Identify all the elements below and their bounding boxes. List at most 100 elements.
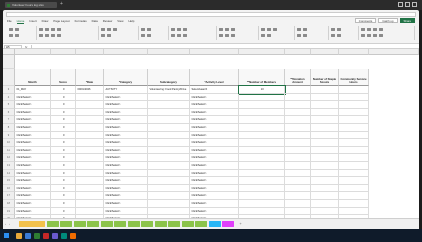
sheet-tab[interactable] <box>222 221 234 227</box>
table-cell[interactable]: Click/Select> <box>15 101 51 109</box>
sheet-tab[interactable] <box>60 221 72 227</box>
table-cell[interactable] <box>285 146 311 155</box>
table-cell[interactable]: Click/Select> <box>104 207 148 216</box>
table-cell[interactable] <box>339 131 369 140</box>
row-number[interactable]: 16 <box>3 184 15 193</box>
toolbar-button-icon[interactable] <box>297 28 301 31</box>
taskbar-app-icon[interactable] <box>43 232 49 239</box>
windows-start-icon[interactable] <box>4 233 9 238</box>
row-number[interactable] <box>3 69 15 86</box>
table-cell[interactable] <box>339 101 369 109</box>
table-cell[interactable] <box>148 207 190 216</box>
table-cell[interactable]: Click/Select> <box>104 162 148 170</box>
ribbon-tab-draw[interactable]: Draw <box>42 19 49 23</box>
table-cell[interactable]: Click/Select> <box>15 200 51 208</box>
toolbar-button-icon[interactable] <box>39 34 43 37</box>
toolbar-button-icon[interactable] <box>113 28 117 31</box>
column-header-d[interactable] <box>104 49 148 55</box>
table-cell[interactable] <box>311 124 339 132</box>
table-cell[interactable]: Volunteering: Food Pantry/Drive <box>148 86 190 94</box>
toolbar-button-icon[interactable] <box>39 28 43 31</box>
table-cell[interactable] <box>76 116 104 124</box>
table-cell[interactable] <box>339 146 369 155</box>
toolbar-button-icon[interactable] <box>51 28 55 31</box>
row-number[interactable]: 10 <box>3 139 15 147</box>
table-cell[interactable]: Select/search <box>190 86 239 94</box>
table-cell[interactable]: Click/Select> <box>104 177 148 185</box>
toolbar-button-icon[interactable] <box>177 34 181 37</box>
column-header-h[interactable] <box>285 49 311 55</box>
table-cell[interactable]: Click/Select> <box>190 200 239 208</box>
table-cell[interactable]: Click/Select> <box>104 101 148 109</box>
toolbar-button-icon[interactable] <box>147 34 151 37</box>
table-cell[interactable] <box>311 108 339 117</box>
table-cell[interactable] <box>76 177 104 185</box>
table-cell[interactable]: 10 <box>238 85 286 95</box>
table-cell[interactable] <box>76 93 104 102</box>
table-cell[interactable]: Click/Select> <box>190 154 239 162</box>
table-cell[interactable] <box>148 108 190 117</box>
table-cell[interactable]: Click/Select> <box>104 154 148 162</box>
minimize-icon[interactable] <box>398 2 403 7</box>
table-cell[interactable] <box>311 177 339 185</box>
table-cell[interactable] <box>311 192 339 200</box>
table-cell[interactable] <box>76 124 104 132</box>
table-cell[interactable]: 09/01/2026 <box>76 86 104 94</box>
table-cell[interactable]: Click/Select> <box>190 207 239 216</box>
table-cell[interactable]: Click/Select> <box>15 192 51 200</box>
table-cell[interactable] <box>285 169 311 178</box>
toolbar-button-icon[interactable] <box>261 28 265 31</box>
address-bar[interactable] <box>6 12 416 17</box>
ribbon-tab-home[interactable]: Home <box>16 19 25 24</box>
table-cell[interactable]: Click/Select> <box>104 139 148 147</box>
ribbon-tab-page-layout[interactable]: Page Layout <box>53 19 69 23</box>
table-cell[interactable] <box>148 169 190 178</box>
table-cell[interactable] <box>239 101 285 109</box>
toolbar-button-icon[interactable] <box>57 28 61 31</box>
row-number[interactable]: 17 <box>3 192 15 200</box>
table-cell[interactable]: 0 <box>51 93 76 102</box>
table-cell[interactable]: 0 <box>51 86 76 94</box>
toolbar-button-icon[interactable] <box>219 34 223 37</box>
table-cell[interactable]: Click/Select> <box>15 116 51 124</box>
table-cell[interactable]: Click/Select> <box>190 192 239 200</box>
table-cell[interactable]: Click/Select> <box>15 154 51 162</box>
sheet-nav-arrows-icon[interactable]: ‹ › <box>5 222 11 226</box>
table-cell[interactable] <box>76 207 104 216</box>
table-cell[interactable] <box>76 154 104 162</box>
column-header-g[interactable] <box>239 49 285 55</box>
table-cell[interactable] <box>311 101 339 109</box>
toolbar-button-icon[interactable] <box>9 28 13 31</box>
table-cell[interactable] <box>148 184 190 193</box>
row-number[interactable]: 5 <box>3 101 15 109</box>
ribbon-tab-data[interactable]: Data <box>92 19 98 23</box>
table-cell[interactable] <box>285 162 311 170</box>
table-cell[interactable]: Click/Select> <box>190 139 239 147</box>
table-cell[interactable] <box>339 139 369 147</box>
table-cell[interactable]: Click/Select> <box>190 93 239 102</box>
table-cell[interactable] <box>148 139 190 147</box>
taskbar-app-icon[interactable] <box>61 232 67 239</box>
table-cell[interactable] <box>285 192 311 200</box>
row-number[interactable]: 12 <box>3 154 15 162</box>
table-cell[interactable] <box>239 139 285 147</box>
toolbar-button-icon[interactable] <box>303 28 307 31</box>
table-cell[interactable] <box>148 154 190 162</box>
row-number[interactable]: 3 <box>3 86 15 94</box>
ribbon-tab-insert[interactable]: Insert <box>29 19 36 23</box>
toolbar-button-icon[interactable] <box>361 34 365 37</box>
toolbar-button-icon[interactable] <box>267 28 271 31</box>
sheet-tab[interactable] <box>127 221 140 227</box>
table-cell[interactable] <box>311 139 339 147</box>
close-icon[interactable] <box>412 2 417 7</box>
share-button[interactable]: Share <box>399 18 415 23</box>
row-number[interactable]: 7 <box>3 116 15 124</box>
taskbar-app-icon[interactable] <box>16 232 22 239</box>
table-cell[interactable] <box>76 146 104 155</box>
table-cell[interactable] <box>285 177 311 185</box>
column-header-f[interactable] <box>190 49 239 55</box>
row-number[interactable] <box>3 55 15 69</box>
table-cell[interactable]: Click/Select> <box>190 131 239 140</box>
table-cell[interactable] <box>311 154 339 162</box>
toolbar-button-icon[interactable] <box>231 34 235 37</box>
